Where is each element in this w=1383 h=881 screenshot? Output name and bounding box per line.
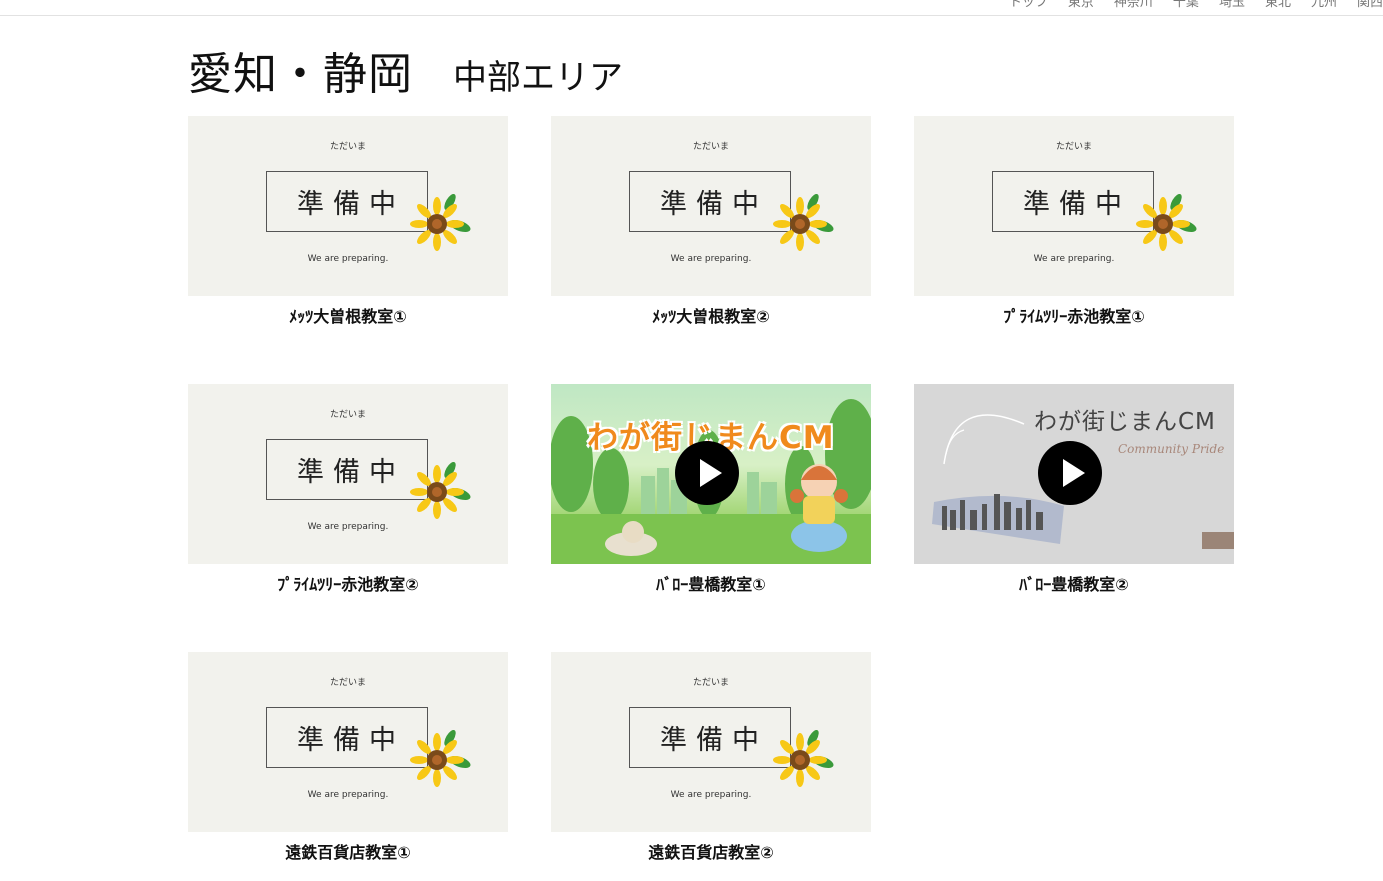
placeholder-bottom-text: We are preparing. bbox=[307, 522, 389, 532]
play-button[interactable] bbox=[1038, 441, 1102, 505]
card-caption[interactable]: ﾌﾟﾗｲﾑﾂﾘｰ赤池教室② bbox=[188, 571, 508, 595]
preparing-thumbnail[interactable]: ただいま 準備中 We are preparing. bbox=[188, 116, 508, 296]
placeholder-bottom-text: We are preparing. bbox=[670, 790, 752, 800]
video-thumbnail[interactable]: わが街じまんCM bbox=[551, 384, 871, 564]
play-button[interactable] bbox=[675, 441, 739, 505]
sunflower-icon bbox=[410, 462, 471, 519]
classroom-card: ただいま 準備中 We are preparing. 遠鉄百貨店教室② bbox=[551, 652, 871, 863]
placeholder-main-text: 準備中 bbox=[629, 171, 791, 232]
classroom-card: ただいま 準備中 We are preparing. 遠鉄百貨店教室① bbox=[188, 652, 508, 863]
classroom-card: わが街じまんCM Community Pride ﾊﾞﾛｰ豊橋教室② bbox=[914, 384, 1234, 595]
sunflower-icon bbox=[773, 730, 834, 787]
card-caption[interactable]: ﾒｯﾂ大曽根教室① bbox=[188, 303, 508, 327]
placeholder-main-text: 準備中 bbox=[992, 171, 1154, 232]
placeholder-main-text: 準備中 bbox=[266, 439, 428, 500]
top-nav: トップ 東京 神奈川 千葉 埼玉 東北 九州 関西 bbox=[1009, 0, 1383, 10]
placeholder-top-text: ただいま bbox=[329, 142, 366, 152]
classroom-card: ただいま 準備中 We are preparing. ﾌﾟﾗｲﾑﾂﾘｰ赤池教室② bbox=[188, 384, 508, 595]
card-caption[interactable]: 遠鉄百貨店教室② bbox=[551, 839, 871, 863]
page-heading: 愛知・静岡 中部エリア bbox=[188, 38, 623, 102]
nav-item-kansai[interactable]: 関西 bbox=[1357, 0, 1383, 10]
nav-item-kanagawa[interactable]: 神奈川 bbox=[1114, 0, 1153, 10]
sunflower-icon bbox=[773, 194, 834, 251]
placeholder-main-text: 準備中 bbox=[266, 707, 428, 768]
sunflower-icon bbox=[410, 730, 471, 787]
classroom-card: ただいま 準備中 We are preparing. ﾒｯﾂ大曽根教室① bbox=[188, 116, 508, 327]
classroom-card: ただいま 準備中 We are preparing. ﾒｯﾂ大曽根教室② bbox=[551, 116, 871, 327]
nav-item-saitama[interactable]: 埼玉 bbox=[1219, 0, 1245, 10]
decorative-block bbox=[1202, 532, 1234, 549]
preparing-thumbnail[interactable]: ただいま 準備中 We are preparing. bbox=[551, 652, 871, 832]
card-caption[interactable]: ﾌﾟﾗｲﾑﾂﾘｰ赤池教室① bbox=[914, 303, 1234, 327]
placeholder-bottom-text: We are preparing. bbox=[1033, 254, 1115, 264]
preparing-thumbnail[interactable]: ただいま 準備中 We are preparing. bbox=[914, 116, 1234, 296]
sunflower-icon bbox=[410, 194, 471, 251]
preparing-thumbnail[interactable]: ただいま 準備中 We are preparing. bbox=[188, 384, 508, 564]
card-caption[interactable]: ﾒｯﾂ大曽根教室② bbox=[551, 303, 871, 327]
video-thumbnail[interactable]: わが街じまんCM Community Pride bbox=[914, 384, 1234, 564]
placeholder-main-text: 準備中 bbox=[266, 171, 428, 232]
placeholder-top-text: ただいま bbox=[692, 142, 729, 152]
cm-title: わが街じまんCM bbox=[1034, 409, 1216, 435]
placeholder-top-text: ただいま bbox=[1055, 142, 1092, 152]
cm-subtitle: Community Pride bbox=[1118, 442, 1225, 456]
top-bar: トップ 東京 神奈川 千葉 埼玉 東北 九州 関西 bbox=[0, 0, 1383, 16]
placeholder-top-text: ただいま bbox=[329, 410, 366, 420]
card-caption[interactable]: ﾊﾞﾛｰ豊橋教室② bbox=[914, 571, 1234, 595]
nav-item-top[interactable]: トップ bbox=[1009, 0, 1048, 10]
preparing-thumbnail[interactable]: ただいま 準備中 We are preparing. bbox=[188, 652, 508, 832]
nav-item-tokyo[interactable]: 東京 bbox=[1068, 0, 1094, 10]
nav-item-tohoku[interactable]: 東北 bbox=[1265, 0, 1291, 10]
classroom-card: ただいま 準備中 We are preparing. ﾌﾟﾗｲﾑﾂﾘｰ赤池教室① bbox=[914, 116, 1234, 327]
page-title: 愛知・静岡 bbox=[188, 49, 413, 100]
card-caption[interactable]: 遠鉄百貨店教室① bbox=[188, 839, 508, 863]
sunflower-icon bbox=[1136, 194, 1197, 251]
placeholder-bottom-text: We are preparing. bbox=[307, 254, 389, 264]
placeholder-top-text: ただいま bbox=[329, 678, 366, 688]
page-subtitle: 中部エリア bbox=[453, 58, 623, 98]
placeholder-top-text: ただいま bbox=[692, 678, 729, 688]
classroom-card: わが街じまんCM ﾊﾞﾛｰ豊橋教室① bbox=[551, 384, 871, 595]
nav-item-chiba[interactable]: 千葉 bbox=[1173, 0, 1199, 10]
placeholder-main-text: 準備中 bbox=[629, 707, 791, 768]
nav-item-kyushu[interactable]: 九州 bbox=[1311, 0, 1337, 10]
preparing-thumbnail[interactable]: ただいま 準備中 We are preparing. bbox=[551, 116, 871, 296]
placeholder-bottom-text: We are preparing. bbox=[307, 790, 389, 800]
placeholder-bottom-text: We are preparing. bbox=[670, 254, 752, 264]
card-caption[interactable]: ﾊﾞﾛｰ豊橋教室① bbox=[551, 571, 871, 595]
